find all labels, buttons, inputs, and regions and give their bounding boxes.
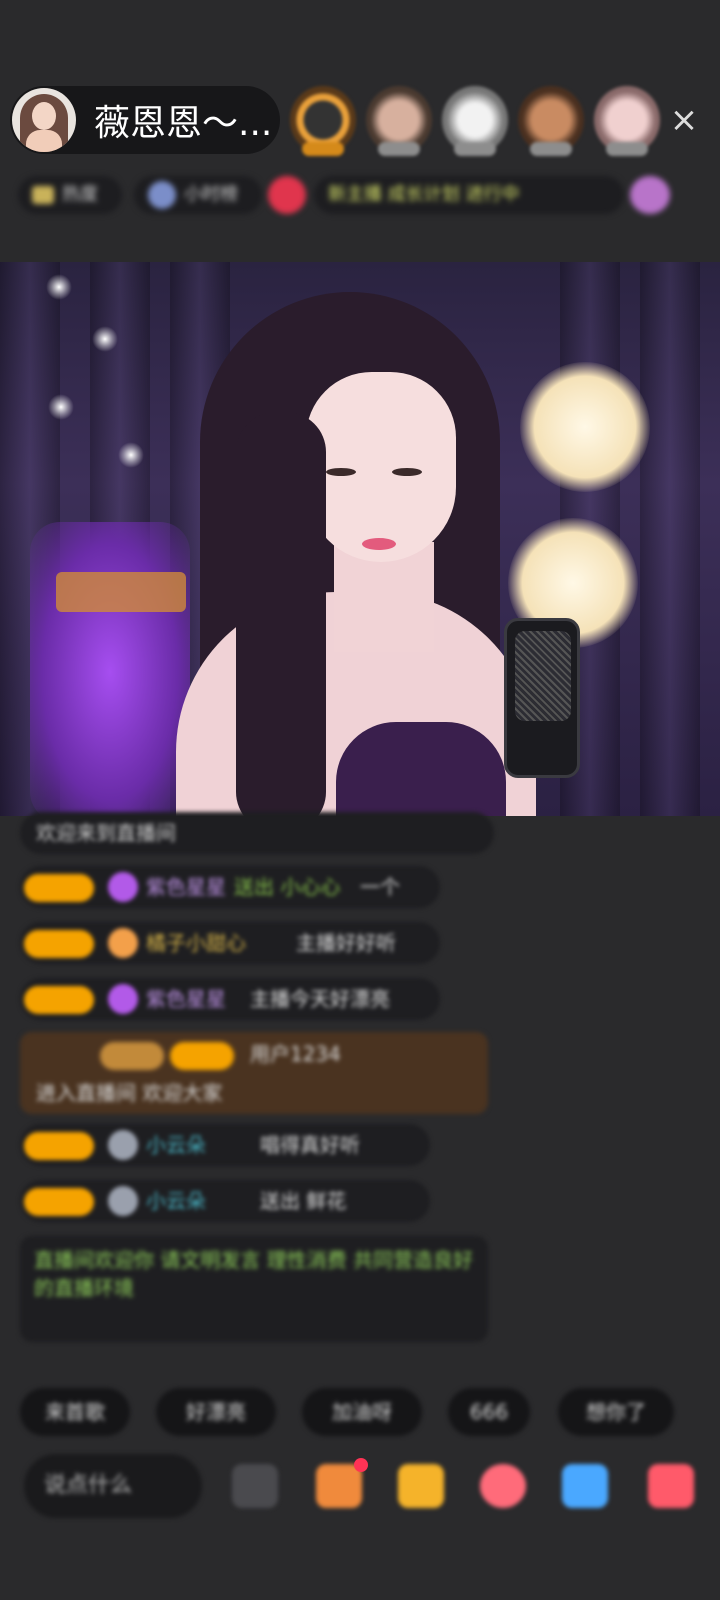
- gift-box-icon[interactable]: [316, 1464, 362, 1508]
- follow-icon[interactable]: [268, 176, 306, 214]
- system-notice: 直播间欢迎你 请文明发言 理性消费 共同营造良好的直播环境: [20, 1236, 488, 1342]
- quick-reply-chip[interactable]: 想你了: [558, 1388, 674, 1436]
- heart-icon[interactable]: [480, 1464, 526, 1508]
- quick-reply-chip[interactable]: 好漂亮: [156, 1388, 276, 1436]
- viewer-avatar[interactable]: [290, 86, 356, 156]
- chat-message-highlight[interactable]: 用户1234 进入直播间 欢迎大家: [20, 1032, 488, 1114]
- more-viewers-icon[interactable]: [630, 176, 670, 214]
- info-row: 热度 小时榜 新主播 成长计划 进行中: [18, 172, 702, 218]
- comment-input[interactable]: 说点什么: [24, 1454, 202, 1518]
- host-name: 薇恩恩～...: [94, 103, 273, 144]
- notification-dot: [354, 1458, 368, 1472]
- viewer-avatar[interactable]: [442, 86, 508, 156]
- chat-message[interactable]: 欢迎来到直播间: [20, 812, 494, 854]
- viewer-avatar[interactable]: [518, 86, 584, 156]
- quick-reply-chip[interactable]: 666: [448, 1388, 530, 1436]
- chat-message[interactable]: 紫色星星 送出 小心心 一个: [20, 866, 440, 908]
- quick-reply-chip[interactable]: 来首歌: [20, 1388, 130, 1436]
- quick-reply-chip[interactable]: 加油呀: [302, 1388, 422, 1436]
- banner-chip[interactable]: 新主播 成长计划 进行中: [314, 176, 624, 214]
- chat-message[interactable]: 紫色星星 主播今天好漂亮: [20, 978, 440, 1020]
- microphone: [504, 618, 580, 778]
- close-icon[interactable]: ×: [664, 100, 704, 140]
- viewer-avatar[interactable]: [366, 86, 432, 156]
- host-avatar[interactable]: [12, 88, 76, 152]
- menu-icon[interactable]: [648, 1464, 694, 1508]
- chat-message[interactable]: 小云朵 唱得真好听: [20, 1124, 430, 1166]
- rank-chip[interactable]: 小时榜: [134, 176, 262, 214]
- more-icon[interactable]: [232, 1464, 278, 1508]
- chat-message[interactable]: 橘子小甜心 主播好好听: [20, 922, 440, 964]
- live-video[interactable]: [0, 262, 720, 816]
- viewer-avatar[interactable]: [594, 86, 660, 156]
- host-info[interactable]: 薇恩恩～...: [10, 86, 280, 154]
- bottom-bar: 说点什么: [0, 1454, 720, 1524]
- gift-icon[interactable]: [398, 1464, 444, 1508]
- viewer-avatars[interactable]: [290, 86, 660, 156]
- hot-chip[interactable]: 热度: [18, 176, 122, 214]
- chat-message[interactable]: 小云朵 送出 鲜花: [20, 1180, 430, 1222]
- share-icon[interactable]: [562, 1464, 608, 1508]
